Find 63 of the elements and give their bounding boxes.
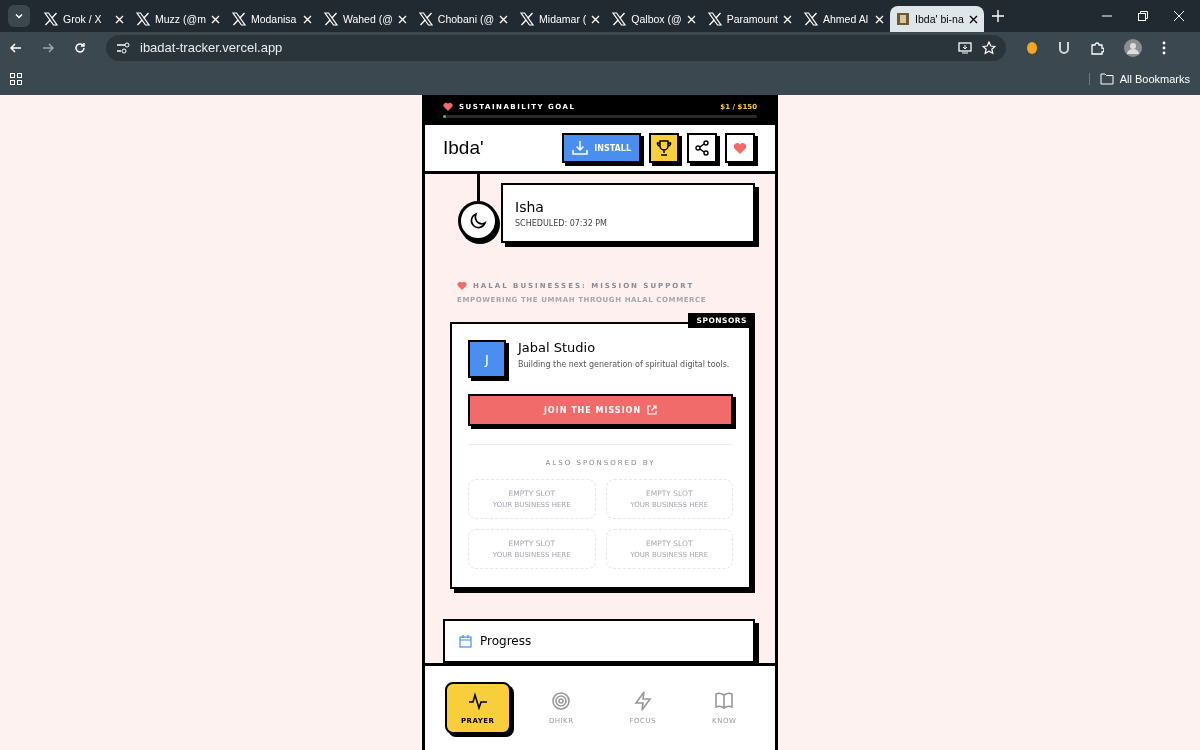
app-title: Ibda' bbox=[443, 137, 484, 159]
browser-tab[interactable]: Chobani (@ bbox=[412, 6, 515, 32]
tab-menu-button[interactable] bbox=[8, 5, 30, 27]
browser-tab[interactable]: Ahmed Al bbox=[798, 6, 891, 32]
site-icon bbox=[896, 12, 911, 26]
browser-tab[interactable]: Paramount bbox=[701, 6, 799, 32]
x-logo-icon bbox=[44, 12, 58, 26]
browser-tab[interactable]: Wahed (@ bbox=[317, 6, 413, 32]
progress-title: Progress bbox=[480, 634, 532, 648]
more-icon[interactable] bbox=[1162, 40, 1166, 55]
extension-icon[interactable] bbox=[1058, 40, 1070, 55]
sponsor-description: Building the next generation of spiritual digital tools. bbox=[518, 359, 730, 371]
site-settings-icon[interactable] bbox=[116, 41, 130, 54]
back-icon[interactable] bbox=[10, 41, 22, 54]
chevron-down-icon bbox=[14, 11, 24, 21]
pulse-icon bbox=[467, 691, 488, 711]
favorite-button[interactable] bbox=[725, 133, 755, 163]
book-icon bbox=[714, 691, 735, 711]
share-icon bbox=[694, 140, 710, 156]
browser-tab[interactable]: Grok / X bbox=[38, 6, 130, 32]
x-logo-icon bbox=[612, 12, 627, 26]
browser-tab[interactable]: Modanisa bbox=[225, 6, 318, 32]
restore-icon[interactable] bbox=[1138, 11, 1148, 21]
x-logo-icon bbox=[707, 12, 722, 26]
sponsor-avatar: J bbox=[468, 340, 506, 378]
new-tab-icon[interactable] bbox=[991, 10, 1004, 22]
share-button[interactable] bbox=[687, 133, 717, 163]
browser-tab[interactable]: Ibda' bi-na bbox=[890, 6, 984, 32]
download-icon bbox=[572, 140, 589, 156]
folder-icon bbox=[1099, 73, 1114, 85]
x-logo-icon bbox=[520, 12, 535, 26]
x-logo-icon bbox=[323, 12, 338, 26]
x-logo-icon bbox=[231, 12, 246, 26]
heart-icon bbox=[457, 281, 467, 290]
x-logo-icon bbox=[136, 12, 150, 26]
calendar-icon bbox=[459, 634, 472, 648]
lightning-icon bbox=[632, 691, 653, 711]
apps-icon[interactable] bbox=[10, 73, 22, 85]
browser-tab[interactable]: Midamar ( bbox=[514, 6, 607, 32]
prayer-name: Isha bbox=[515, 198, 545, 215]
sponsor-name: Jabal Studio bbox=[518, 340, 597, 355]
trophy-button[interactable] bbox=[649, 133, 679, 163]
x-logo-icon bbox=[418, 12, 433, 26]
heart-icon bbox=[443, 102, 453, 111]
all-bookmarks-button[interactable]: All Bookmarks bbox=[1088, 73, 1190, 85]
forward-icon[interactable] bbox=[42, 41, 54, 54]
extension-icon[interactable] bbox=[1026, 40, 1038, 55]
trophy-icon bbox=[656, 140, 672, 156]
prayer-time: SCHEDULED: 07:32 PM bbox=[515, 218, 608, 228]
browser-tab[interactable]: Qalbox (@ bbox=[606, 6, 702, 32]
target-icon bbox=[551, 691, 572, 711]
close-icon[interactable] bbox=[968, 14, 978, 24]
install-app-icon[interactable] bbox=[958, 41, 972, 54]
reload-icon[interactable] bbox=[74, 41, 86, 54]
browser-tab[interactable]: Muzz (@m bbox=[130, 6, 226, 32]
close-window-icon[interactable] bbox=[1174, 11, 1184, 21]
x-logo-icon bbox=[804, 12, 819, 26]
external-link-icon bbox=[647, 405, 658, 415]
address-bar[interactable]: ibadat-tracker.vercel.app bbox=[106, 34, 1006, 61]
puzzle-icon[interactable] bbox=[1090, 40, 1104, 55]
profile-avatar-icon[interactable] bbox=[1124, 38, 1142, 57]
heart-icon bbox=[733, 142, 747, 154]
star-icon[interactable] bbox=[982, 40, 996, 55]
